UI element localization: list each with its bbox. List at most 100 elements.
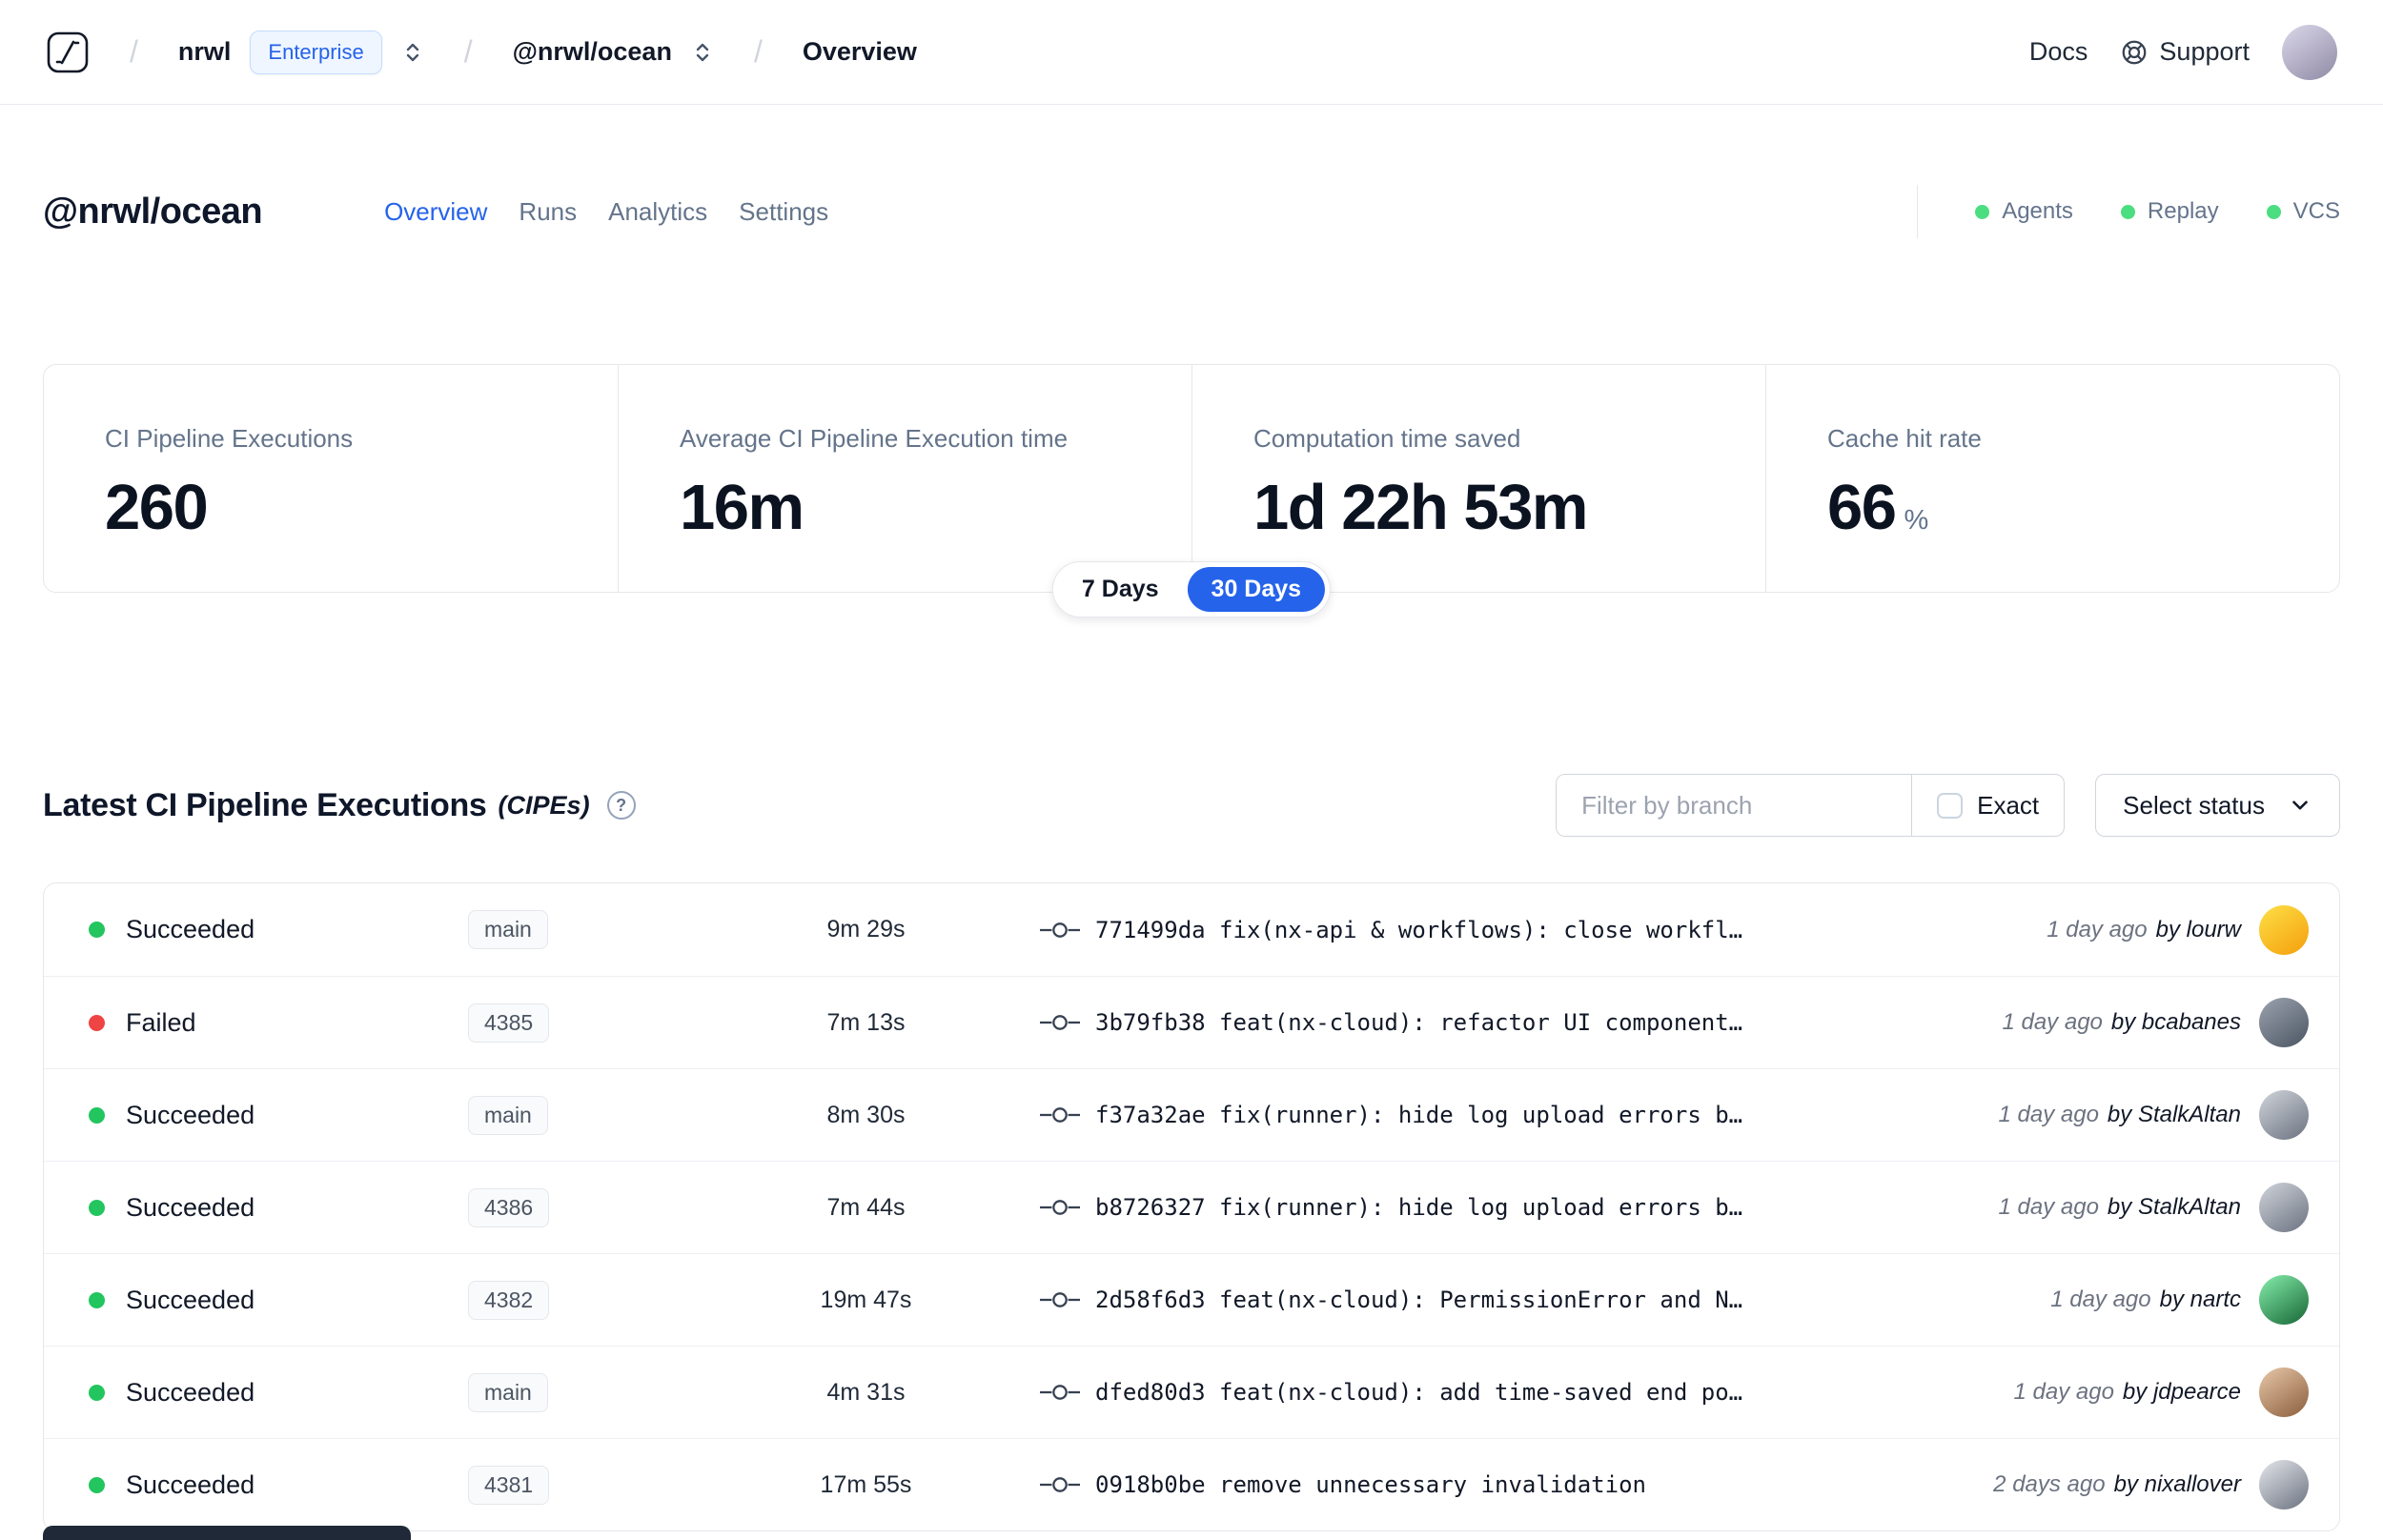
help-icon[interactable]: ? <box>606 791 636 820</box>
author: by StalkAltan <box>2107 1102 2241 1127</box>
commit-message: f37a32ae fix(runner): hide log upload er… <box>1095 1102 1743 1128</box>
duration: 17m 55s <box>820 1470 912 1498</box>
date-range-toggle: 7 Days 30 Days <box>1051 561 1332 618</box>
org-selector[interactable]: nrwl Enterprise <box>178 30 424 74</box>
tab-overview[interactable]: Overview <box>384 197 487 227</box>
status-cell: Succeeded <box>44 1470 468 1500</box>
meta-cell: 1 day ago by nartc <box>2050 1275 2339 1325</box>
branch-cell: 4385 <box>468 1003 764 1043</box>
page-title: @nrwl/ocean <box>43 191 263 232</box>
meta-cell: 1 day ago by StalkAltan <box>1999 1183 2340 1232</box>
meta-cell: 1 day ago by jdpearce <box>2014 1368 2340 1417</box>
stat-label: Average CI Pipeline Execution time <box>680 424 1069 453</box>
avatar <box>2259 1460 2309 1510</box>
workspace-selector[interactable]: @nrwl/ocean <box>513 37 714 67</box>
author: by bcabanes <box>2110 1009 2241 1035</box>
cipe-row[interactable]: Succeeded main 4m 31s dfed80d3 feat(nx-c… <box>44 1346 2339 1438</box>
branch-cell: 4382 <box>468 1280 764 1320</box>
branch-filter-input[interactable] <box>1557 775 1912 836</box>
cipe-table: Succeeded main 9m 29s 771499da fix(nx-ap… <box>43 882 2340 1531</box>
cipe-row[interactable]: Succeeded main 9m 29s 771499da fix(nx-ap… <box>44 883 2339 976</box>
org-name: nrwl <box>177 37 232 66</box>
replay-indicator[interactable]: Replay <box>2120 198 2219 225</box>
navbar-actions: Docs Support <box>2029 24 2337 80</box>
git-commit-icon <box>1040 1015 1080 1030</box>
vcs-label: VCS <box>2292 198 2340 224</box>
breadcrumb-page: Overview <box>802 37 917 66</box>
branch-badge: 4385 <box>468 1003 550 1043</box>
time-ago: 1 day ago <box>1998 1194 2099 1220</box>
cipe-row[interactable]: Succeeded 4382 19m 47s 2d58f6d3 feat(nx-… <box>44 1253 2339 1346</box>
commit-cell: 3b79fb38 feat(nx-cloud): refactor UI com… <box>968 1009 2002 1036</box>
git-commit-icon <box>1040 922 1080 938</box>
vcs-indicator[interactable]: VCS <box>2266 198 2340 225</box>
avatar <box>2259 1183 2309 1232</box>
section-title: Latest CI Pipeline Executions <box>43 786 487 823</box>
time-ago: 1 day ago <box>1998 1102 2099 1127</box>
status-label: Failed <box>126 1007 196 1037</box>
branch-badge: main <box>468 910 548 949</box>
workspace-tabs: Overview Runs Analytics Settings <box>384 197 828 227</box>
duration: 4m 31s <box>826 1378 906 1406</box>
lifebuoy-icon <box>2123 40 2147 64</box>
exact-checkbox[interactable]: Exact <box>1911 775 2064 836</box>
tab-settings[interactable]: Settings <box>739 197 828 227</box>
branch-badge: 4382 <box>468 1280 550 1320</box>
support-link[interactable]: Support <box>2120 37 2250 67</box>
meta-cell: 2 days ago by nixallover <box>1993 1460 2339 1510</box>
commit-cell: 0918b0be remove unnecessary invalidation <box>968 1471 1993 1498</box>
git-commit-icon <box>1040 1385 1080 1400</box>
range-30-days-button[interactable]: 30 Days <box>1187 567 1326 612</box>
stat-cache-hit-rate: Cache hit rate 66% <box>1765 365 2339 592</box>
branch-badge: main <box>468 1372 548 1412</box>
chevron-updown-icon <box>406 43 418 61</box>
avatar <box>2259 1368 2309 1417</box>
git-commit-icon <box>1040 1292 1080 1307</box>
tab-analytics[interactable]: Analytics <box>608 197 707 227</box>
section-title-suffix: (CIPEs) <box>498 790 590 820</box>
cipe-row[interactable]: Succeeded 4381 17m 55s 0918b0be remove u… <box>44 1438 2339 1530</box>
git-commit-icon <box>1040 1107 1080 1123</box>
status-label: Succeeded <box>126 915 255 943</box>
docs-link[interactable]: Docs <box>2029 37 2088 67</box>
stat-label: Computation time saved <box>1253 424 1521 453</box>
duration: 9m 29s <box>826 916 906 942</box>
commit-message: 0918b0be remove unnecessary invalidation <box>1095 1471 1646 1498</box>
cipe-row[interactable]: Failed 4385 7m 13s 3b79fb38 feat(nx-clou… <box>44 976 2339 1068</box>
author: by nixallover <box>2113 1471 2241 1497</box>
stat-value: 66% <box>1827 472 1929 543</box>
time-ago: 1 day ago <box>2047 916 2148 942</box>
commit-message: 2d58f6d3 feat(nx-cloud): PermissionError… <box>1095 1287 1743 1313</box>
stat-value: 1d 22h 53m <box>1253 472 1588 543</box>
agents-indicator[interactable]: Agents <box>1975 198 2073 225</box>
cipe-row[interactable]: Succeeded main 8m 30s f37a32ae fix(runne… <box>44 1068 2339 1161</box>
branch-badge: main <box>468 1095 548 1135</box>
commit-cell: 771499da fix(nx-api & workflows): close … <box>968 917 2047 943</box>
status-dot-icon <box>89 922 105 938</box>
branch-cell: main <box>468 1372 764 1412</box>
user-avatar[interactable] <box>2282 24 2337 80</box>
status-cell: Succeeded <box>44 1378 468 1408</box>
status-label: Succeeded <box>126 1192 255 1222</box>
partial-tooltip <box>43 1526 411 1540</box>
workspace-name: @nrwl/ocean <box>512 37 672 66</box>
status-indicators: Agents Replay VCS <box>1917 185 2340 238</box>
tab-runs[interactable]: Runs <box>519 197 577 227</box>
stat-label: CI Pipeline Executions <box>105 424 354 453</box>
status-cell: Succeeded <box>44 1101 468 1130</box>
cipe-section-title-group: Latest CI Pipeline Executions (CIPEs) ? <box>43 787 636 824</box>
stat-value: 260 <box>105 472 209 543</box>
status-cell: Succeeded <box>44 1193 468 1223</box>
meta-cell: 1 day ago by StalkAltan <box>1999 1090 2340 1140</box>
nx-cloud-logo[interactable] <box>46 30 90 74</box>
range-7-days-button[interactable]: 7 Days <box>1058 567 1183 612</box>
cipe-row[interactable]: Succeeded 4386 7m 44s b8726327 fix(runne… <box>44 1161 2339 1253</box>
status-select-label: Select status <box>2123 790 2265 820</box>
status-cell: Succeeded <box>44 915 468 944</box>
status-label: Succeeded <box>126 1469 255 1499</box>
breadcrumb-separator: / <box>753 34 763 69</box>
support-label: Support <box>2159 37 2250 66</box>
status-select-button[interactable]: Select status <box>2095 774 2340 837</box>
avatar <box>2259 998 2309 1047</box>
status-label: Succeeded <box>126 1377 255 1407</box>
